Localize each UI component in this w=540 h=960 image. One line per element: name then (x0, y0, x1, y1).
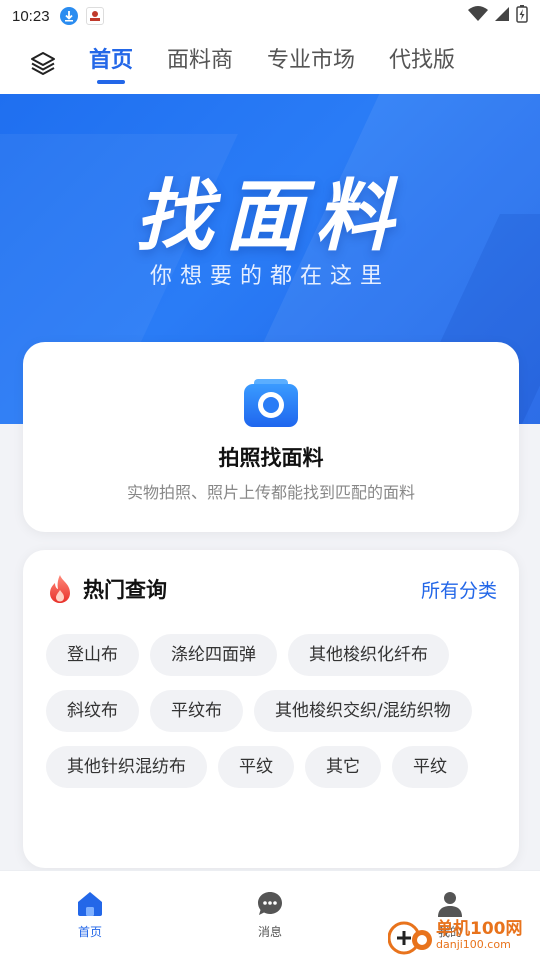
home-icon (75, 889, 105, 919)
hot-tag[interactable]: 平纹 (392, 746, 468, 788)
tab-bar: 首页 面料商 专业市场 代找版 (72, 32, 472, 94)
watermark: 单机100网 danji100.com (387, 912, 540, 960)
hot-query-header: 热门查询 所有分类 (47, 572, 497, 606)
hot-tag[interactable]: 登山布 (46, 634, 139, 676)
tab-fabric-suppliers[interactable]: 面料商 (150, 32, 250, 94)
hot-tags: 登山布 涤纶四面弹 其他梭织化纤布 斜纹布 平纹布 其他梭织交织/混纺织物 其他… (46, 634, 506, 788)
hot-query-title: 热门查询 (83, 578, 167, 602)
photo-search-title: 拍照找面料 (218, 446, 324, 470)
status-bar: 10:23 (0, 0, 540, 32)
hot-tag[interactable]: 其他梭织交织/混纺织物 (254, 690, 472, 732)
app-notification-icon (85, 7, 104, 25)
bottom-nav-home-label: 首页 (77, 925, 102, 939)
hot-tag[interactable]: 平纹布 (150, 690, 243, 732)
download-notification-icon (59, 7, 78, 25)
hot-tag[interactable]: 其他梭织化纤布 (288, 634, 449, 676)
wifi-icon (468, 6, 488, 26)
banner-subtitle: 你想要的都在这里 (149, 264, 390, 289)
tab-markets[interactable]: 专业市场 (250, 32, 372, 94)
tab-find-sample[interactable]: 代找版 (372, 32, 472, 94)
bottom-nav-messages-label: 消息 (257, 925, 282, 939)
hot-query-card: 热门查询 所有分类 登山布 涤纶四面弹 其他梭织化纤布 斜纹布 平纹布 其他梭织… (23, 550, 519, 868)
camera-icon (244, 379, 298, 427)
signal-icon (494, 6, 510, 26)
hot-tag[interactable]: 其他针织混纺布 (46, 746, 207, 788)
battery-icon (516, 5, 528, 27)
top-nav: 首页 面料商 专业市场 代找版 (0, 32, 540, 94)
hot-tag[interactable]: 其它 (305, 746, 381, 788)
watermark-cn: 单机100网 (436, 919, 523, 940)
hot-tag[interactable]: 斜纹布 (46, 690, 139, 732)
layers-icon[interactable] (28, 48, 58, 78)
bottom-nav-messages[interactable]: 消息 (230, 889, 310, 940)
photo-search-card[interactable]: 拍照找面料 实物拍照、照片上传都能找到匹配的面料 (23, 342, 519, 532)
banner-title: 找面料 (134, 172, 405, 262)
tab-home[interactable]: 首页 (72, 32, 150, 94)
bottom-nav-home[interactable]: 首页 (50, 889, 130, 940)
photo-search-description: 实物拍照、照片上传都能找到匹配的面料 (126, 483, 415, 502)
watermark-en: danji100.com (436, 938, 511, 952)
fire-icon (47, 574, 73, 604)
all-categories-link[interactable]: 所有分类 (421, 576, 497, 603)
message-icon (255, 889, 285, 919)
hot-tag[interactable]: 涤纶四面弹 (150, 634, 277, 676)
status-time: 10:23 (12, 7, 50, 25)
watermark-logo-icon (387, 914, 432, 958)
hot-tag[interactable]: 平纹 (218, 746, 294, 788)
